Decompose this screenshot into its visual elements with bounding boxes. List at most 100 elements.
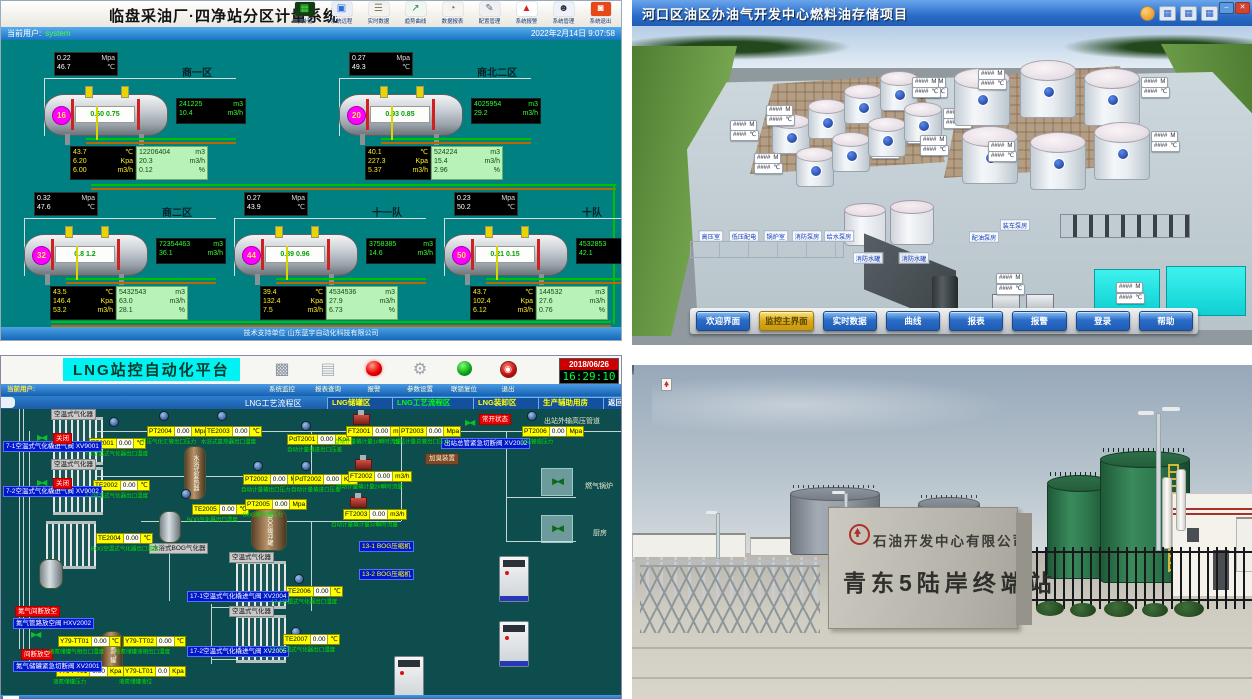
nav-button[interactable]: 帮助 (1139, 311, 1193, 331)
unit: m3/h (169, 297, 185, 306)
toolbar-button[interactable]: ☻系统管理 (545, 1, 582, 27)
value: 43.7 (73, 148, 87, 157)
tag-id: FT2003 (345, 510, 367, 519)
tag-unit: m3/h (390, 510, 404, 519)
instrument-icon (85, 86, 93, 98)
pressure-temp-panel: 0.27Mpa43.9℃ (244, 192, 308, 216)
unit: m3/h (412, 166, 428, 175)
toolbar: ▦水外输▣系统远程☰实时数据↗趋势曲线◔数据报表✎配置管理▲系统报警☻系统管理◙… (286, 1, 619, 27)
unit: m3/h (307, 306, 323, 315)
valve-label: 氮气储罐紧急切断阀 XV2001 (13, 661, 102, 672)
menu-icon[interactable] (451, 359, 477, 381)
pipe (506, 497, 576, 498)
pipe (286, 246, 288, 280)
user-name: system (45, 29, 70, 38)
tag-id: PT2004 (149, 427, 172, 436)
nav-button[interactable]: 报警 (1012, 311, 1066, 331)
nav-button[interactable]: 欢迎界面 (696, 311, 750, 331)
toolbar-button[interactable]: ◔数据报表 (434, 1, 471, 27)
region-label: 商一区 (182, 64, 212, 79)
toolbar-button[interactable]: ✎配置管理 (471, 1, 508, 27)
readout-unit: ℃ (749, 131, 756, 140)
close-button[interactable]: ✕ (1235, 2, 1250, 14)
toolbar-icon: ▣ (332, 2, 352, 16)
toolbar-button[interactable]: ▲系统报警 (508, 1, 545, 27)
value: 5432543 (119, 288, 146, 297)
tank-logo-icon (661, 378, 672, 391)
nav-button[interactable]: 登录 (1076, 311, 1130, 331)
sign-side-edge (1016, 513, 1032, 625)
toolbar-icon: ◔ (443, 2, 463, 16)
nav-button[interactable]: 实时数据 (823, 311, 877, 331)
alarm-icon (366, 361, 382, 376)
menu-label[interactable]: 报表查询 (306, 384, 350, 396)
tag-value: 0.00 (116, 439, 135, 448)
control-cabinet (499, 621, 529, 667)
tab-handle-icon[interactable] (1, 397, 15, 408)
footer-bar: 技术支持单位 山东蓝宇自动化科技有限公司 (1, 327, 621, 340)
unit: Mpa (101, 54, 115, 63)
window-layout-icon[interactable]: ▦ (1180, 6, 1197, 21)
site-label: 消防泵房 (792, 230, 822, 241)
vessel-level-band: 0.60 0.75 (75, 106, 135, 123)
window-layout-icon[interactable]: ▦ (1159, 6, 1176, 21)
menu-icon[interactable]: ◉ (495, 359, 521, 381)
tank-roof (808, 99, 846, 114)
unit: m3/h (207, 249, 223, 258)
clock-icon[interactable] (1140, 6, 1155, 21)
unit: ℃ (87, 203, 95, 212)
menu-icon[interactable] (361, 359, 387, 381)
toolbar-button[interactable]: ☰实时数据 (360, 1, 397, 27)
terminal-station-photo: 石油开发中心有限公司 青东5陆岸终端站 (632, 365, 1252, 699)
nav-button[interactable]: 报表 (949, 311, 1003, 331)
description-caption: BOG缓冲罐压力 (243, 510, 283, 518)
tank-roof (1020, 60, 1076, 81)
report-icon[interactable]: ▤ (315, 359, 341, 381)
readout-unit: M (773, 154, 778, 163)
metering-scada-window: 临盘采油厂·四净站分区计量系统 ▦水外输▣系统远程☰实时数据↗趋势曲线◔数据报表… (0, 0, 622, 341)
value: 0.76 (539, 306, 553, 315)
pipe (66, 278, 216, 280)
description-caption: 自动计量橇计量1#瞬时流量 (334, 437, 401, 445)
minimize-button[interactable]: – (1219, 2, 1234, 14)
tag-unit: Mpa (292, 500, 305, 509)
pipe (276, 278, 426, 280)
tag-unit: Mpa (446, 427, 459, 436)
description-caption: 出站管道压力 (520, 437, 553, 445)
readout-value: #### (1154, 132, 1167, 141)
unit: Kpa (311, 297, 323, 306)
value: 29.2 (474, 109, 488, 118)
readout-value: #### (733, 131, 746, 140)
tag-unit: Kpa (110, 667, 122, 676)
readout-value: #### (915, 88, 928, 97)
toolbar-button[interactable]: ↗趋势曲线 (397, 1, 434, 27)
nav-button[interactable]: 监控主界面 (759, 311, 813, 331)
menu-label[interactable]: 报警 (352, 384, 396, 396)
process-canvas: 水浴式复热器BOG缓冲罐氮气罐▶◀▶◀▶◀▶◀▶◀▶◀▶◀▶◀▶◀TE20010… (1, 409, 621, 695)
gear-icon[interactable]: ⚙ (407, 359, 433, 381)
tag-value: 0.00 (372, 427, 391, 436)
window-layout-icon[interactable]: ▦ (1201, 6, 1218, 21)
readout-unit: M (939, 136, 944, 145)
tag-id: PT2003 (401, 427, 424, 436)
menu-label[interactable]: 退出 (486, 384, 530, 396)
street-lamp (1156, 413, 1161, 551)
nav-button[interactable]: 曲线 (886, 311, 940, 331)
station-stats-panel: 39.4℃132.4Kpa7.5m3/h (260, 286, 326, 320)
toolbar-button[interactable]: ◙系统退出 (582, 1, 619, 27)
unit: % (494, 166, 500, 175)
app-title: 河口区油区办油气开发中心燃料油存储项目 (642, 4, 908, 23)
toolbar-button[interactable]: ▦水外输 (286, 1, 323, 27)
toolbar-label: 数据报表 (436, 16, 469, 24)
readout-unit: M (1007, 142, 1012, 151)
menu-label[interactable]: 参数设置 (398, 384, 442, 396)
value: 49.3 (352, 63, 366, 72)
unit: m3/h (417, 249, 433, 258)
workstation-icon[interactable]: ▩ (269, 359, 295, 381)
readout-value: #### (757, 154, 770, 163)
menu-label[interactable]: 系统监控 (260, 384, 304, 396)
menu-label[interactable]: 联锁复位 (442, 384, 486, 396)
vessel-stripe (366, 99, 369, 130)
toolbar-button[interactable]: ▣系统远程 (323, 1, 360, 27)
data-row: 7.5m3/h (263, 306, 323, 315)
